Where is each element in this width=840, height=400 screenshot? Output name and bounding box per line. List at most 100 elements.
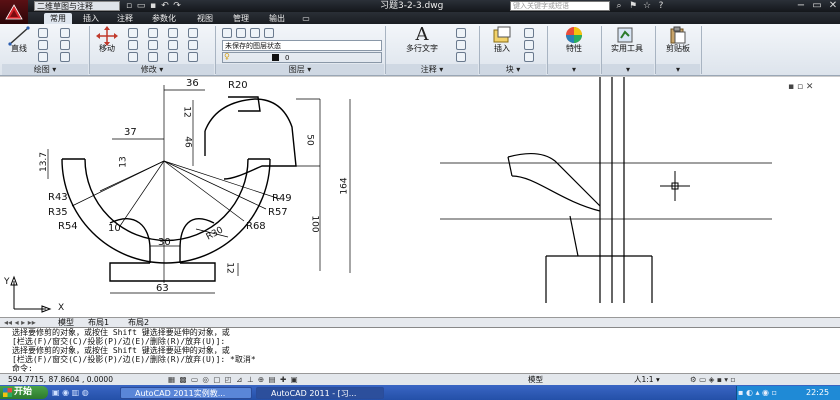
search-icon[interactable]: ⌕	[614, 1, 624, 11]
tab-output[interactable]: 输出	[264, 13, 290, 24]
move-icon	[96, 26, 118, 46]
annotation-panel-title[interactable]: 注释 ▾	[386, 64, 478, 75]
crosshair-cursor	[660, 171, 690, 201]
modify-panel-title[interactable]: 修改 ▾	[90, 64, 214, 75]
document-title: 习题3-2-3.dwg	[380, 1, 444, 11]
viewport-controls[interactable]: ▪ ▫ ✕	[788, 82, 836, 92]
properties-panel-title[interactable]: ▾	[548, 64, 600, 75]
search-input[interactable]: 键入关键字或短语	[510, 1, 610, 11]
help-icon[interactable]: ?	[656, 1, 666, 11]
polyline-icon[interactable]	[38, 28, 48, 38]
create-block-icon[interactable]	[524, 28, 534, 38]
workspace-dropdown[interactable]: 二维草图与注释	[34, 1, 120, 11]
drawing-canvas[interactable]: R20 36 12 37 46 50 13.7 13 R43 R49 R35 R…	[0, 76, 840, 316]
maximize-button[interactable]: ▭	[810, 0, 824, 12]
dimension-lines	[47, 85, 351, 294]
explode-icon[interactable]	[168, 40, 178, 50]
draw-panel-title[interactable]: 绘图 ▾	[2, 64, 88, 75]
open-icon[interactable]: ▭	[136, 1, 146, 11]
annotation-scale[interactable]: 人1:1 ▾	[634, 374, 660, 385]
circle-icon[interactable]	[38, 40, 48, 50]
stretch-icon[interactable]	[128, 52, 138, 62]
quick-launch-icons[interactable]: ▣ ◉ ▥ ◍	[52, 387, 112, 399]
tab-manage[interactable]: 管理	[228, 13, 254, 24]
layer-isolate-icon[interactable]	[250, 28, 260, 38]
scale-icon[interactable]	[148, 52, 158, 62]
tab-parametric[interactable]: 参数化	[146, 13, 182, 24]
layers-panel-title[interactable]: 图层 ▾	[216, 64, 384, 75]
arc-icon[interactable]	[38, 52, 48, 62]
tray-icons[interactable]: ▪ ◐ ▴ ◉ ▫	[738, 387, 800, 399]
ucs-y-label: Y	[4, 277, 10, 287]
break-icon[interactable]	[188, 52, 198, 62]
minimize-button[interactable]: −	[794, 0, 808, 12]
move-button[interactable]: 移动	[92, 44, 122, 53]
array-icon[interactable]	[188, 40, 198, 50]
application-menu-button[interactable]	[0, 0, 28, 24]
tab-view[interactable]: 视图	[192, 13, 218, 24]
drawing-svg	[10, 77, 772, 313]
line-button[interactable]: 直线	[4, 44, 34, 53]
part-outline	[61, 96, 297, 282]
save-icon[interactable]: ▪	[148, 1, 158, 11]
command-history-line: [栏选(F)/窗交(C)/投影(P)/边(E)/删除(R)/放弃(U)]:	[12, 337, 226, 346]
new-icon[interactable]: ▫	[124, 1, 134, 11]
line-tool-icon	[8, 26, 30, 46]
dimension-icon[interactable]	[456, 28, 466, 38]
utilities-panel-title[interactable]: ▾	[602, 64, 654, 75]
layer-off-icon[interactable]	[236, 28, 246, 38]
mtext-icon: A	[415, 24, 429, 45]
layer-properties-icon[interactable]	[222, 28, 232, 38]
block-panel-title[interactable]: 块 ▾	[480, 64, 546, 75]
command-window[interactable]: 选择要修剪的对象，或按住 Shift 键选择要延伸的对象，或 [栏选(F)/窗交…	[0, 327, 840, 373]
rotate-icon[interactable]	[128, 28, 138, 38]
erase-icon[interactable]	[168, 28, 178, 38]
copy-icon[interactable]	[128, 40, 138, 50]
mirror-icon[interactable]	[148, 40, 158, 50]
tab-insert[interactable]: 插入	[78, 13, 104, 24]
undo-icon[interactable]: ↶	[160, 1, 170, 11]
hatch-icon[interactable]	[60, 40, 70, 50]
infocenter-icon[interactable]: ⚑	[628, 1, 638, 11]
clipboard-panel-title[interactable]: ▾	[656, 64, 700, 75]
rectangle-icon[interactable]	[60, 28, 70, 38]
dim-label: R68	[246, 221, 266, 232]
layer-freeze-icon[interactable]	[264, 28, 274, 38]
leader-icon[interactable]	[456, 40, 466, 50]
utilities-button[interactable]: 实用工具	[606, 44, 648, 53]
tab-annotate[interactable]: 注释	[112, 13, 138, 24]
command-prompt[interactable]: 命令:	[12, 364, 840, 373]
ribbon-minimize-icon[interactable]: ▭	[298, 13, 314, 24]
insert-button[interactable]: 插入	[486, 44, 518, 53]
insert-block-icon	[493, 26, 511, 43]
dim-label: R20	[228, 80, 248, 91]
close-button[interactable]: ✕	[826, 0, 840, 12]
taskbar-item-autocad[interactable]: AutoCAD 2011 - [习...	[256, 387, 384, 399]
coordinates-readout: 594.7715, 87.8604 , 0.0000	[8, 375, 113, 384]
drafting-toggles[interactable]: ▦ ▩ ▭ ◎ ▢ ◰ ⊿ ⊥ ⊕ ▤ ✚ ▣	[168, 374, 299, 385]
dim-label: 46	[182, 136, 193, 148]
attribute-icon[interactable]	[524, 52, 534, 62]
edit-block-icon[interactable]	[524, 40, 534, 50]
trim-icon[interactable]	[148, 28, 158, 38]
table-icon[interactable]	[456, 52, 466, 62]
layout-tabs: ◂◂ ◂ ▸ ▸▸ 模型 布局1 布局2	[0, 317, 840, 327]
fillet-icon[interactable]	[188, 28, 198, 38]
ellipse-icon[interactable]	[60, 52, 70, 62]
tab-home[interactable]: 常用	[44, 13, 72, 24]
offset-icon[interactable]	[168, 52, 178, 62]
taskbar-item-tutorial[interactable]: AutoCAD 2011实例教...	[120, 387, 252, 399]
clipboard-button[interactable]: 剪贴板	[660, 44, 696, 53]
utilities-icon	[617, 27, 633, 43]
star-icon[interactable]: ☆	[642, 1, 652, 11]
dim-label: 37	[124, 127, 137, 138]
status-tray-icons[interactable]: ⚙ ▭ ◈ ▪ ▾ ▫	[690, 374, 735, 385]
model-space-button[interactable]: 模型	[528, 374, 543, 385]
dim-label: 100	[309, 215, 320, 233]
clock: 22:25	[806, 388, 830, 397]
mtext-button[interactable]: 多行文字	[396, 44, 448, 53]
current-layer-dropdown[interactable]: 0	[222, 52, 382, 63]
layer-state-dropdown[interactable]: 未保存的图层状态	[222, 40, 382, 51]
redo-icon[interactable]: ↷	[172, 1, 182, 11]
properties-button[interactable]: 特性	[558, 44, 590, 53]
